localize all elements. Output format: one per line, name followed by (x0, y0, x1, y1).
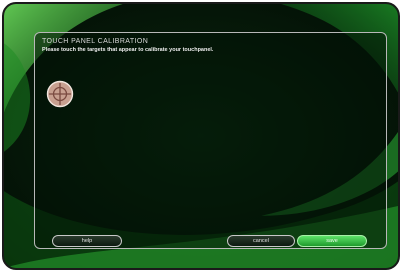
calibration-panel (34, 32, 387, 249)
page-title: TOUCH PANEL CALIBRATION (42, 38, 149, 45)
save-button[interactable]: save (297, 235, 367, 247)
instruction-text: Please touch the targets that appear to … (42, 47, 214, 53)
cancel-button[interactable]: cancel (227, 235, 295, 247)
help-button[interactable]: help (52, 235, 122, 247)
crosshair-target-icon[interactable] (46, 80, 74, 108)
